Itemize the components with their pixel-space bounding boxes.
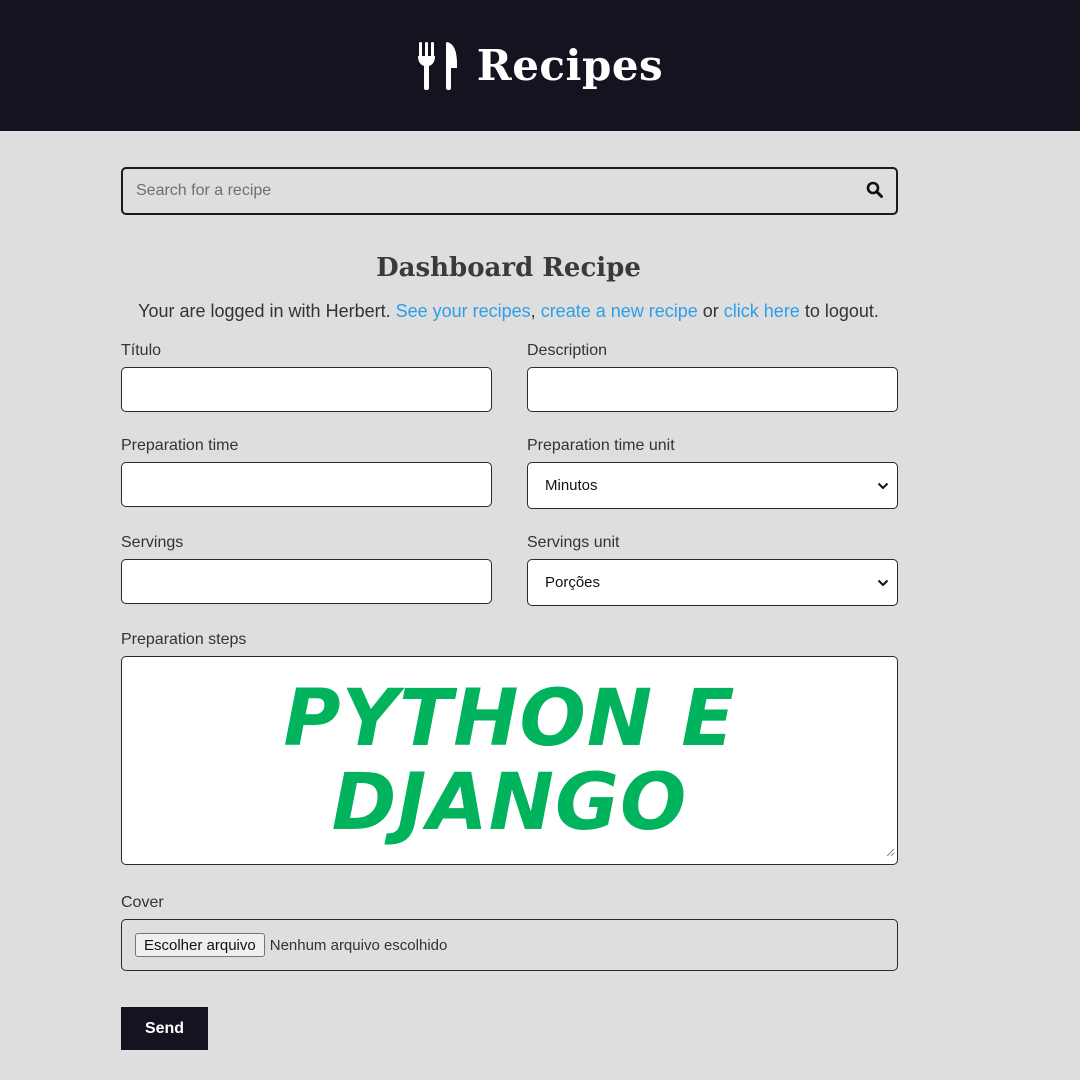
separator-comma: , (530, 301, 541, 321)
logout-text: to logout. (799, 301, 879, 321)
search-icon (866, 181, 883, 201)
servings-input[interactable] (121, 559, 492, 604)
servings-unit-select[interactable]: Porções (527, 559, 898, 606)
login-text: Your are logged in with Herbert. (138, 301, 396, 321)
overlay-line-2: DJANGO (331, 758, 688, 848)
preparation-time-unit-label: Preparation time unit (527, 437, 675, 454)
choose-file-button[interactable]: Escolher arquivo (135, 933, 265, 957)
preparation-steps-textarea[interactable]: PYTHON E DJANGO (121, 656, 898, 865)
chevron-down-icon (877, 574, 889, 591)
site-header: Recipes (0, 0, 1080, 131)
preparation-time-unit-select[interactable]: Minutos (527, 462, 898, 509)
preparation-time-label: Preparation time (121, 437, 239, 454)
preparation-time-unit-value: Minutos (545, 477, 598, 494)
titulo-label: Título (121, 342, 162, 359)
file-status-text: Nenhum arquivo escolhido (269, 936, 448, 954)
logout-link[interactable]: click here (724, 301, 800, 321)
chevron-down-icon (877, 477, 889, 494)
preparation-time-input[interactable] (121, 462, 492, 507)
login-info: Your are logged in with Herbert. See you… (0, 301, 1017, 322)
preparation-steps-label: Preparation steps (121, 631, 247, 648)
servings-unit-label: Servings unit (527, 534, 620, 551)
promo-overlay-text: PYTHON E DJANGO (122, 677, 897, 845)
description-input[interactable] (527, 367, 898, 412)
titulo-input[interactable] (121, 367, 492, 412)
search-button[interactable] (852, 169, 896, 213)
create-recipe-link[interactable]: create a new recipe (541, 301, 698, 321)
send-button[interactable]: Send (121, 1007, 208, 1050)
page-title: Dashboard Recipe (376, 253, 641, 283)
see-recipes-link[interactable]: See your recipes (396, 301, 531, 321)
site-title: Recipes (476, 41, 664, 90)
search-form (121, 167, 898, 215)
overlay-line-1: PYTHON E (283, 674, 736, 764)
servings-unit-value: Porções (545, 574, 601, 591)
description-label: Description (527, 342, 608, 359)
utensils-icon (417, 41, 457, 90)
search-input[interactable] (123, 169, 852, 213)
resize-handle-icon[interactable] (885, 844, 895, 862)
home-link[interactable]: Recipes (417, 41, 663, 90)
cover-label: Cover (121, 894, 164, 911)
separator-or: or (697, 301, 724, 321)
cover-file-input: Escolher arquivo Nenhum arquivo escolhid… (121, 919, 898, 971)
servings-label: Servings (121, 534, 184, 551)
